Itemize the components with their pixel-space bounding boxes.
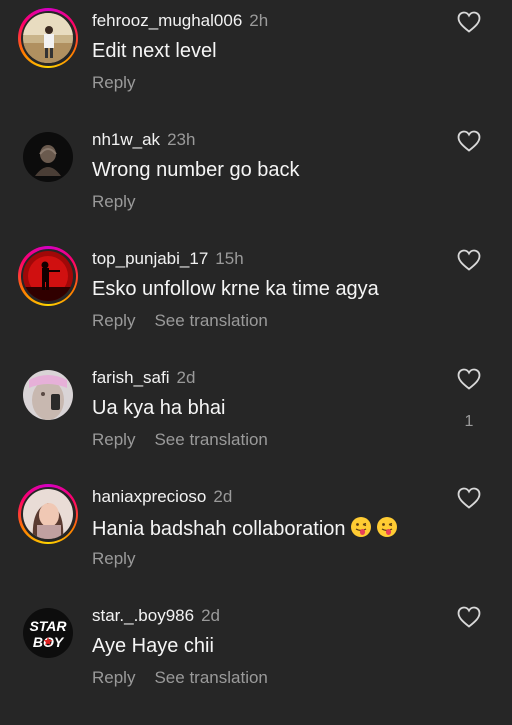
comment-actions: Reply See translation (92, 668, 287, 688)
comment-meta: fehrooz_mughal006 2h (92, 11, 268, 31)
winking-tongue-emoji (376, 517, 397, 537)
heart-outline-icon[interactable] (457, 249, 481, 271)
timestamp: 23h (167, 130, 196, 149)
username[interactable]: fehrooz_mughal006 (92, 11, 242, 30)
comment-actions: Reply (92, 549, 154, 569)
comment-item: farish_safi 2d Ua kya ha bhai Reply See tr… (0, 368, 512, 487)
see-translation-link[interactable]: See translation (154, 311, 267, 330)
comment-meta: star._.boy986 2d (92, 606, 220, 626)
comment-item: fehrooz_mughal006 2h Edit next level Repl… (0, 8, 512, 130)
heart-outline-icon[interactable] (457, 487, 481, 509)
see-translation-link[interactable]: See translation (154, 430, 267, 449)
timestamp: 2h (249, 11, 269, 30)
avatar[interactable] (18, 246, 78, 306)
comment-actions: Reply (92, 192, 154, 212)
heart-outline-icon[interactable] (457, 130, 481, 152)
username[interactable]: haniaxprecioso (92, 487, 206, 506)
username[interactable]: top_punjabi_17 (92, 249, 208, 268)
reply-button[interactable]: Reply (92, 430, 135, 449)
comment-actions: Reply See translation (92, 430, 287, 450)
timestamp: 15h (215, 249, 244, 268)
comment-text-body: Hania badshah collaboration (92, 518, 346, 540)
like-count: 1 (464, 413, 474, 430)
avatar[interactable] (18, 8, 78, 68)
avatar[interactable] (18, 365, 78, 425)
timestamp: 2d (201, 606, 220, 625)
comment-text: Aye Haye chii (92, 635, 214, 657)
reply-button[interactable]: Reply (92, 73, 135, 92)
username[interactable]: nh1w_ak (92, 130, 160, 149)
comment-meta: farish_safi 2d (92, 368, 195, 388)
comment-meta: top_punjabi_17 15h (92, 249, 244, 269)
comment-item: top_punjabi_17 15h Esko unfollow krne ka … (0, 246, 512, 368)
comment-meta: haniaxprecioso 2d (92, 487, 232, 507)
reply-button[interactable]: Reply (92, 668, 135, 687)
comment-meta: nh1w_ak 23h (92, 130, 195, 150)
avatar-logo-text: STAR (29, 618, 67, 634)
avatar[interactable] (18, 484, 78, 544)
heart-outline-icon[interactable] (457, 606, 481, 628)
avatar[interactable]: STAR BOY (18, 603, 78, 663)
comment-item: STAR BOY star._.boy986 2d Aye Haye chii R… (0, 606, 512, 725)
reply-button[interactable]: Reply (92, 549, 135, 568)
timestamp: 2d (176, 368, 196, 387)
comment-text: Wrong number go back (92, 159, 300, 181)
username[interactable]: farish_safi (92, 368, 169, 387)
username[interactable]: star._.boy986 (92, 606, 194, 625)
comment-item: nh1w_ak 23h Wrong number go back Reply (0, 130, 512, 249)
reply-button[interactable]: Reply (92, 311, 135, 330)
heart-outline-icon[interactable] (457, 11, 481, 33)
comment-actions: Reply (92, 73, 154, 93)
avatar[interactable] (18, 127, 78, 187)
comment-text: Edit next level (92, 40, 217, 62)
heart-outline-icon[interactable] (457, 368, 481, 390)
comment-text: Esko unfollow krne ka time agya (92, 278, 379, 300)
winking-tongue-emoji (350, 517, 371, 537)
reply-button[interactable]: Reply (92, 192, 135, 211)
comment-text: Ua kya ha bhai (92, 397, 226, 419)
timestamp: 2d (213, 487, 233, 506)
comment-item: haniaxprecioso 2d Hania badshah collabora… (0, 484, 512, 606)
comment-text: Hania badshah collaboration (92, 516, 398, 541)
comment-actions: Reply See translation (92, 311, 287, 331)
see-translation-link[interactable]: See translation (154, 668, 267, 687)
